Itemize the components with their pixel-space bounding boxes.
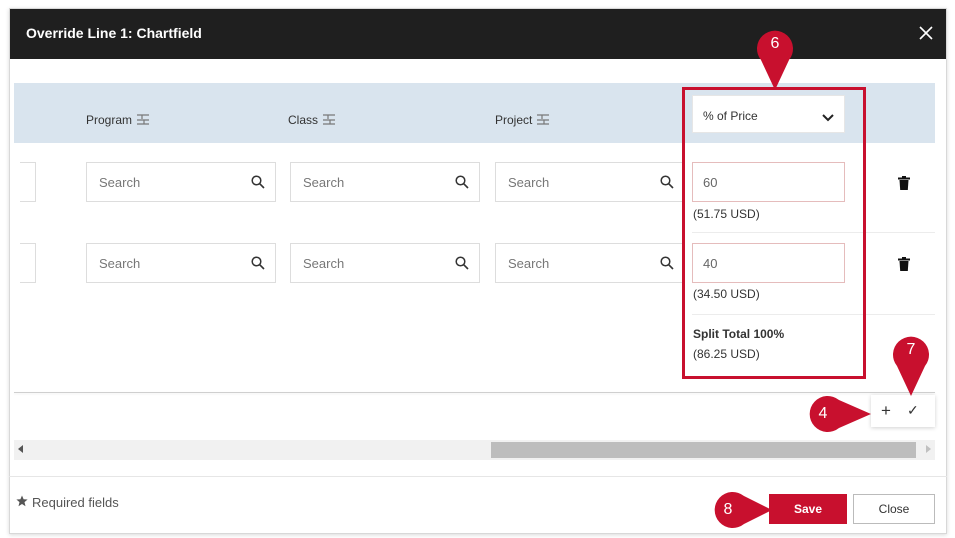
trash-icon <box>898 176 910 190</box>
row-divider <box>692 232 935 233</box>
scroll-left-icon[interactable] <box>18 445 23 453</box>
program-search-input[interactable]: Search <box>86 162 276 202</box>
percent-input[interactable]: 40 <box>692 243 845 283</box>
search-icon[interactable] <box>660 175 674 192</box>
required-fields-label: Required fields <box>32 495 119 510</box>
dialog-title: Override Line 1: Chartfield <box>26 25 202 41</box>
row-actions: + ✓ <box>871 395 935 427</box>
percent-value: 60 <box>703 175 718 190</box>
column-header-class[interactable]: Class <box>288 113 336 127</box>
search-icon[interactable] <box>660 256 674 273</box>
column-header-program[interactable]: Program <box>86 113 150 127</box>
scroll-right-icon[interactable] <box>926 445 931 453</box>
search-placeholder: Search <box>303 175 345 190</box>
search-placeholder: Search <box>303 256 345 271</box>
dialog-titlebar: Override Line 1: Chartfield <box>10 9 946 59</box>
project-search-input[interactable]: Search <box>495 162 685 202</box>
column-header-label: Class <box>288 113 319 127</box>
class-search-input[interactable]: Search <box>290 243 480 283</box>
search-placeholder: Search <box>99 256 141 271</box>
search-icon[interactable] <box>251 175 265 192</box>
row-divider <box>692 314 935 315</box>
grid-bottom-border <box>14 392 935 393</box>
search-placeholder: Search <box>99 175 141 190</box>
search-placeholder: Search <box>508 256 550 271</box>
program-search-input[interactable]: Search <box>86 243 276 283</box>
column-filter-icon[interactable] <box>136 113 150 127</box>
split-type-select[interactable]: % of Price <box>692 95 845 133</box>
search-icon[interactable] <box>455 175 469 192</box>
footer-divider <box>9 476 947 477</box>
truncated-field[interactable] <box>20 243 36 283</box>
add-row-button[interactable]: + <box>881 401 891 421</box>
column-header-project[interactable]: Project <box>495 113 550 127</box>
truncated-field[interactable] <box>20 162 36 202</box>
delete-row-button[interactable] <box>898 176 910 190</box>
row-amount: (51.75 USD) <box>693 207 760 221</box>
save-button[interactable]: Save <box>769 494 847 524</box>
column-filter-icon[interactable] <box>536 113 550 127</box>
trash-icon <box>898 257 910 271</box>
search-placeholder: Search <box>508 175 550 190</box>
confirm-button[interactable]: ✓ <box>907 402 919 419</box>
required-fields-note: Required fields <box>16 495 119 510</box>
column-header-label: Project <box>495 113 533 127</box>
search-icon[interactable] <box>251 256 265 273</box>
horizontal-scrollbar[interactable] <box>14 440 935 460</box>
split-type-value: % of Price <box>703 109 758 123</box>
column-filter-icon[interactable] <box>322 113 336 127</box>
percent-input[interactable]: 60 <box>692 162 845 202</box>
chevron-down-icon <box>822 111 834 125</box>
split-total-label: Split Total 100% <box>693 327 785 341</box>
project-search-input[interactable]: Search <box>495 243 685 283</box>
class-search-input[interactable]: Search <box>290 162 480 202</box>
percent-value: 40 <box>703 256 718 271</box>
close-button[interactable]: Close <box>853 494 935 524</box>
star-icon <box>16 495 28 510</box>
close-icon[interactable] <box>916 23 936 43</box>
split-total-amount: (86.25 USD) <box>693 347 760 361</box>
scrollbar-thumb[interactable] <box>491 442 916 458</box>
delete-row-button[interactable] <box>898 257 910 271</box>
search-icon[interactable] <box>455 256 469 273</box>
column-header-label: Program <box>86 113 133 127</box>
row-amount: (34.50 USD) <box>693 287 760 301</box>
